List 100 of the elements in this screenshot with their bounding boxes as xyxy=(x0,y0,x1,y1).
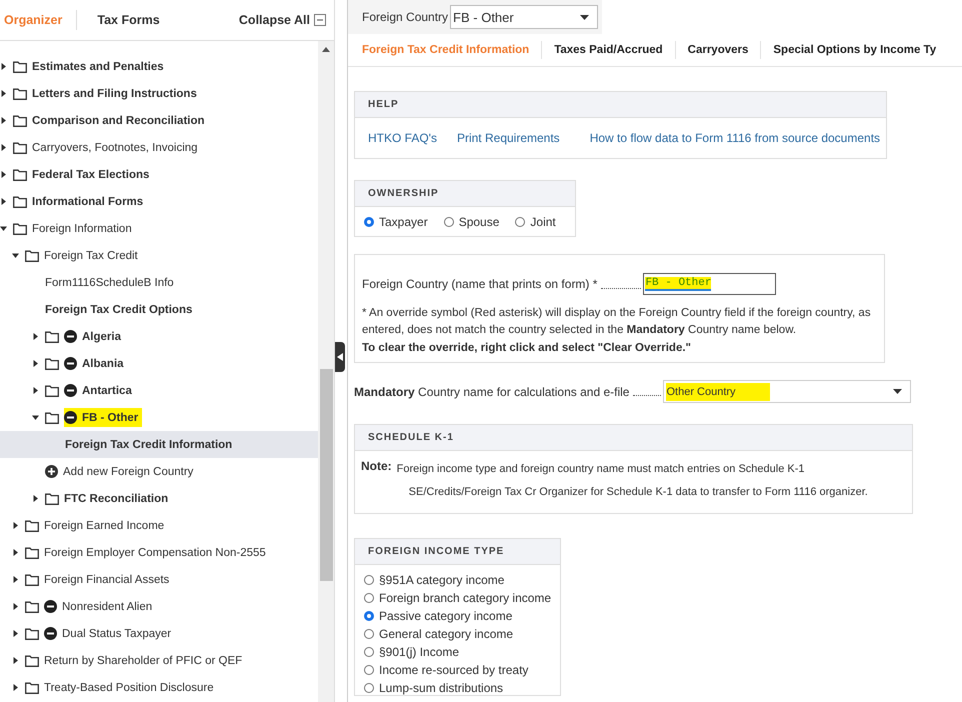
caret-down-icon[interactable] xyxy=(0,225,7,232)
folder-icon xyxy=(25,682,39,694)
tree-item[interactable]: Dual Status Taxpayer xyxy=(0,620,318,647)
field-label: Foreign Country xyxy=(362,10,448,24)
tree-item[interactable]: Antartica xyxy=(0,377,318,404)
override-note: * An override symbol (Red asterisk) will display on the Foreign Country field if the foreign country, as entered, does not match the country selected in the Mandatory Country name below. xyxy=(362,306,872,338)
tree-item[interactable]: Albania xyxy=(0,350,318,377)
caret-right-icon[interactable] xyxy=(12,630,19,637)
radio-option[interactable]: Income re-sourced by treaty xyxy=(364,663,560,677)
country-dropdown[interactable]: FB - Other xyxy=(450,5,598,29)
country-dropdown[interactable]: Other Country xyxy=(663,380,912,403)
tree-label: FTC Reconciliation xyxy=(64,492,168,504)
folder-icon xyxy=(45,492,59,504)
scroll-up-icon[interactable] xyxy=(322,47,330,52)
folder-icon xyxy=(13,60,27,72)
caret-down-icon[interactable] xyxy=(32,414,39,421)
add-icon xyxy=(45,465,58,478)
help-link[interactable]: HTKO FAQ's xyxy=(368,131,437,145)
tab[interactable]: Taxes Paid/Accrued xyxy=(554,44,663,56)
tree-label: Nonresident Alien xyxy=(62,600,152,612)
caret-right-icon[interactable] xyxy=(0,63,7,70)
tree-item[interactable]: Informational Forms xyxy=(0,188,318,215)
caret-right-icon[interactable] xyxy=(32,495,39,502)
tree-item[interactable]: Estimates and Penalties xyxy=(0,53,318,80)
section-header: SCHEDULE K-1 xyxy=(355,425,912,451)
folder-icon xyxy=(45,412,59,424)
collapse-handle[interactable] xyxy=(335,342,345,372)
radio-option[interactable]: Spouse xyxy=(444,214,500,228)
folder-icon xyxy=(25,250,39,262)
collapse-icon xyxy=(314,14,326,26)
tree-label: Informational Forms xyxy=(32,196,144,208)
help-link[interactable]: How to flow data to Form 1116 from source documents xyxy=(590,131,880,145)
tree-item[interactable]: Algeria xyxy=(0,323,318,350)
tree-item[interactable]: Foreign Employer Compensation Non-2555 xyxy=(0,539,318,566)
caret-right-icon[interactable] xyxy=(12,684,19,691)
tree-item[interactable]: Foreign Tax Credit Options xyxy=(0,296,318,323)
folder-icon xyxy=(25,600,39,612)
caret-right-icon[interactable] xyxy=(0,117,7,124)
tree-item[interactable]: Foreign Earned Income xyxy=(0,512,318,539)
caret-right-icon[interactable] xyxy=(32,333,39,340)
caret-right-icon[interactable] xyxy=(32,360,39,367)
radio-option[interactable]: General category income xyxy=(364,627,560,641)
sidebar-tab[interactable]: Tax Forms xyxy=(97,10,174,30)
tree-item[interactable]: Treaty-Based Position Disclosure xyxy=(0,674,318,701)
tree-item[interactable]: FB - Other xyxy=(0,404,318,431)
radio-option[interactable]: Joint xyxy=(515,214,556,228)
tree-label: Form1116ScheduleB Info xyxy=(45,276,174,288)
tree-label: Foreign Information xyxy=(32,222,132,234)
tree-item[interactable]: Carryovers, Footnotes, Invoicing xyxy=(0,134,318,161)
tree-item[interactable]: Comparison and Reconciliation xyxy=(0,107,318,134)
tree-item[interactable]: Foreign Tax Credit xyxy=(0,242,318,269)
field-label: Foreign Country (name that prints on form) * xyxy=(362,277,598,291)
caret-right-icon[interactable] xyxy=(32,387,39,394)
tree-label: Foreign Tax Credit xyxy=(44,250,138,262)
radio-option[interactable]: §951A category income xyxy=(364,573,560,587)
tree-label: Algeria xyxy=(82,330,121,342)
caret-right-icon[interactable] xyxy=(0,144,7,151)
radio-option[interactable]: §901(j) Income xyxy=(364,645,560,659)
caret-right-icon[interactable] xyxy=(0,198,7,205)
caret-right-icon[interactable] xyxy=(12,549,19,556)
collapse-all-button[interactable]: Collapse All xyxy=(238,13,326,27)
note-text: Foreign income type and foreign country name must match entries on Schedule K-1 xyxy=(396,462,806,477)
tree-label: Foreign Earned Income xyxy=(44,520,164,532)
folder-icon xyxy=(13,114,27,126)
folder-icon xyxy=(25,628,39,640)
tree-label: Dual Status Taxpayer xyxy=(62,628,172,640)
section-header: OWNERSHIP xyxy=(355,181,575,207)
country-name-field[interactable]: FB - Other xyxy=(643,273,776,295)
section-header: HELP xyxy=(355,92,886,118)
caret-down-icon[interactable] xyxy=(12,252,19,259)
field-label: Mandatory Country name for calculations and e-file xyxy=(354,384,630,398)
tree-item[interactable]: Foreign Information xyxy=(0,215,318,242)
tree-item[interactable]: Return by Shareholder of PFIC or QEF xyxy=(0,647,318,674)
tree-item[interactable]: FTC Reconciliation xyxy=(0,485,318,512)
caret-right-icon[interactable] xyxy=(0,171,7,178)
tree-item[interactable]: Foreign Financial Assets xyxy=(0,566,318,593)
radio-option[interactable]: Lump-sum distributions xyxy=(364,681,560,695)
scrollbar-thumb[interactable] xyxy=(320,369,332,581)
tree-item[interactable]: Letters and Filing Instructions xyxy=(0,80,318,107)
help-link[interactable]: Print Requirements xyxy=(456,131,560,145)
caret-right-icon[interactable] xyxy=(12,657,19,664)
tree-item[interactable]: Form1116ScheduleB Info xyxy=(0,269,318,296)
caret-right-icon[interactable] xyxy=(12,522,19,529)
caret-right-icon[interactable] xyxy=(12,576,19,583)
tree-label: Add new Foreign Country xyxy=(63,466,194,478)
tree-item[interactable]: Nonresident Alien xyxy=(0,593,318,620)
tree-item[interactable]: Foreign Tax Credit Information xyxy=(0,431,318,458)
tab[interactable]: Carryovers xyxy=(688,44,748,56)
tree-label: FB - Other xyxy=(82,412,138,424)
radio-option[interactable]: Passive category income xyxy=(364,609,560,623)
tree-item[interactable]: Add new Foreign Country xyxy=(0,458,318,485)
tree-label: Return by Shareholder of PFIC or QEF xyxy=(44,654,242,666)
caret-right-icon[interactable] xyxy=(0,90,7,97)
tree-item[interactable]: Federal Tax Elections xyxy=(0,161,318,188)
tab[interactable]: Special Options by Income Ty xyxy=(773,44,936,56)
folder-icon xyxy=(13,222,27,234)
radio-option[interactable]: Taxpayer xyxy=(364,214,428,228)
caret-right-icon[interactable] xyxy=(12,603,19,610)
scrollbar[interactable] xyxy=(318,41,334,702)
radio-option[interactable]: Foreign branch category income xyxy=(364,591,560,605)
